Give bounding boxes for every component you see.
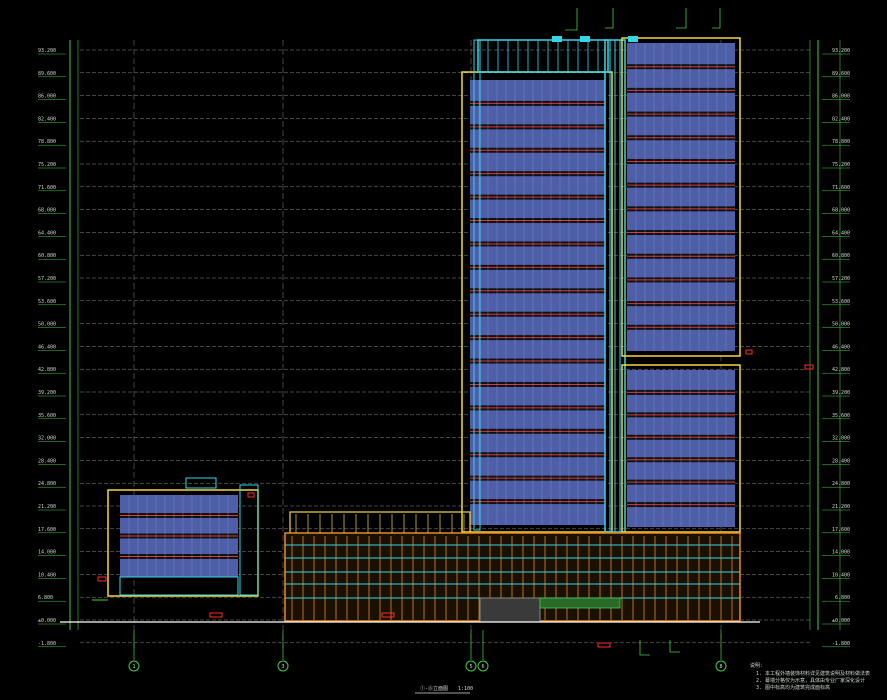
elevation-label: 57.200	[832, 276, 850, 282]
notes-heading: 说明：	[750, 662, 765, 669]
roof-equipment-3	[628, 36, 638, 42]
roof-equipment-1	[552, 36, 562, 42]
notes-line-3: 3. 图中标高均为建筑完成面标高	[756, 684, 830, 691]
elevation-label: -1.800	[38, 641, 56, 647]
elevation-label: 6.800	[38, 595, 53, 601]
elevation-label: 42.800	[38, 367, 56, 373]
drawing-title-block: ①-⑧立面图 1:100	[415, 685, 473, 694]
axis-label: 8	[719, 664, 722, 670]
elevation-label: 10.400	[38, 572, 56, 578]
elevation-label: 75.200	[832, 162, 850, 168]
elevation-label: 71.600	[832, 185, 850, 191]
elevation-label: 21.200	[38, 504, 56, 510]
podium-planting	[539, 597, 621, 609]
axis-label: 1	[132, 664, 135, 670]
elevation-label: 57.200	[38, 276, 56, 282]
elevation-label: ±0.000	[832, 618, 850, 624]
tower-left-block	[461, 71, 613, 533]
notes-line-2: 2. 幕墙分格仅为示意，具体由专业厂家深化设计	[756, 677, 865, 684]
elevation-label: 32.000	[832, 436, 850, 442]
elevation-label: 82.400	[38, 116, 56, 122]
podium-entrance-canopy	[479, 597, 541, 623]
elevation-label: 86.000	[38, 94, 56, 100]
elevation-label: 68.000	[38, 208, 56, 214]
elevation-label: 35.600	[38, 413, 56, 419]
elevation-label: 64.400	[38, 230, 56, 236]
elevation-label: 21.200	[832, 504, 850, 510]
notes-line-1: 1. 本工程外墙装饰材料详见建筑说明及材料做法表	[756, 670, 870, 677]
tower-right-lower-block	[621, 364, 741, 533]
elevation-label: 17.600	[38, 527, 56, 533]
elevation-label: 14.000	[38, 550, 56, 556]
elevation-label: 6.800	[835, 595, 850, 601]
elevation-label: 64.400	[832, 230, 850, 236]
elevation-label: 39.200	[832, 390, 850, 396]
elevation-label: -1.800	[832, 641, 850, 647]
elevation-label: 93.200	[832, 48, 850, 54]
elevation-label: 82.400	[832, 116, 850, 122]
axis-label: 5	[469, 664, 472, 670]
elevation-label: 53.600	[38, 299, 56, 305]
elevation-label: 71.600	[38, 185, 56, 191]
elevation-label: ±0.000	[38, 618, 56, 624]
drawing-scale: 1:100	[458, 686, 473, 692]
elevation-label: 35.600	[832, 413, 850, 419]
tower-right-upper-block	[621, 37, 741, 357]
elevation-label: 24.800	[38, 481, 56, 487]
elevation-label: 17.600	[832, 527, 850, 533]
elevation-label: 86.000	[832, 94, 850, 100]
roof-equipment-2	[580, 36, 590, 42]
elevation-label: 28.400	[832, 458, 850, 464]
tower-left-curtain-wall	[470, 80, 605, 525]
elevation-label: 60.800	[832, 253, 850, 259]
elevation-label: 60.800	[38, 253, 56, 259]
elevation-label: 78.800	[832, 139, 850, 145]
elevation-label: 89.600	[832, 71, 850, 77]
elevation-label: 93.200	[38, 48, 56, 54]
elevation-label: 46.400	[38, 344, 56, 350]
axis-label: 3	[281, 664, 284, 670]
elevation-label: 50.000	[38, 322, 56, 328]
elevation-label: 50.000	[832, 322, 850, 328]
elevation-label: 32.000	[38, 436, 56, 442]
elevation-label: 78.800	[38, 139, 56, 145]
drawing-title: ①-⑧立面图	[420, 685, 448, 692]
elevation-drawing-canvas: 93.200 89.600 86.000 82.400 78.800 75.200 71.6…	[0, 0, 887, 700]
elevation-label: 14.000	[832, 550, 850, 556]
elevation-label: 10.400	[832, 572, 850, 578]
elevation-label: 75.200	[38, 162, 56, 168]
elevation-label: 46.400	[832, 344, 850, 350]
elevation-label: 42.800	[832, 367, 850, 373]
elevation-label: 89.600	[38, 71, 56, 77]
elevation-label: 68.000	[832, 208, 850, 214]
elevation-label: 28.400	[38, 458, 56, 464]
elevation-label: 24.800	[832, 481, 850, 487]
elevation-label: 53.600	[832, 299, 850, 305]
axis-label: 6	[481, 664, 484, 670]
elevation-label: 39.200	[38, 390, 56, 396]
